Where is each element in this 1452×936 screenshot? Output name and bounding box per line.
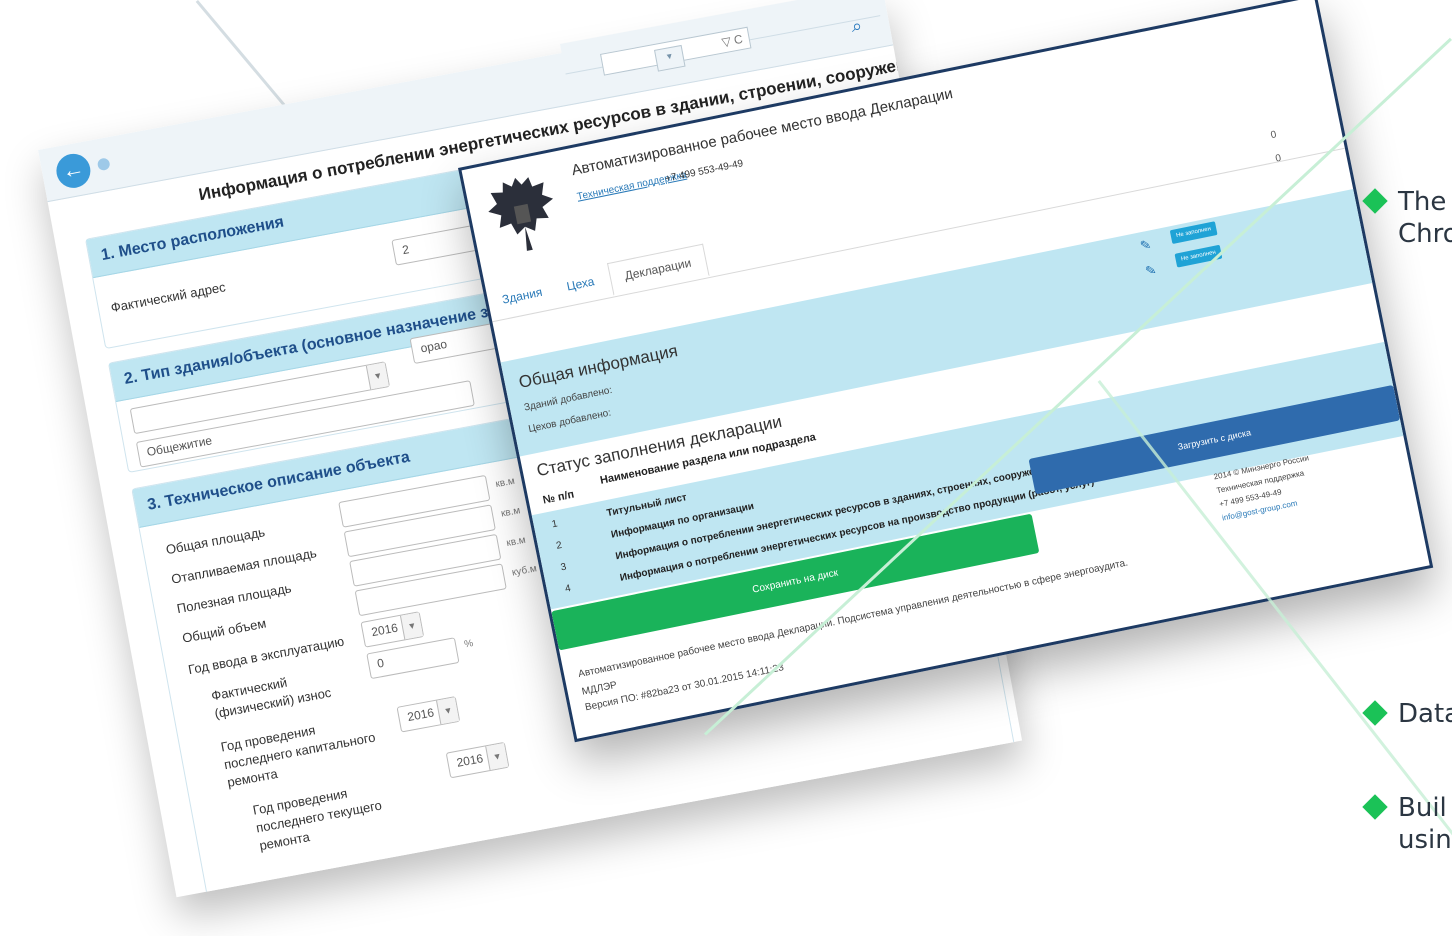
reload-icon[interactable]: ▽ C: [720, 32, 743, 50]
total-volume-unit: куб.м: [511, 563, 538, 579]
diamond-bullet-icon: [1362, 794, 1388, 820]
bullet-3: Buil usin: [1362, 792, 1452, 856]
bullet-text: Buil: [1398, 793, 1447, 823]
chevron-down-icon: ▼: [365, 362, 389, 390]
chevron-down-icon: ▼: [399, 612, 424, 640]
coat-of-arms-icon: [488, 177, 554, 251]
capital-repair-value: 2016: [406, 705, 436, 725]
bullet-text: Chro: [1398, 219, 1452, 249]
bullet-text: The: [1398, 187, 1447, 217]
capital-repair-select[interactable]: 2016 ▼: [396, 696, 461, 733]
footer-line-2: МДЛЭР: [580, 679, 618, 698]
useful-area-label: Полезная площадь: [175, 580, 293, 617]
actual-address-label: Фактический адрес: [109, 279, 227, 316]
diamond-bullet-icon: [1362, 700, 1388, 726]
tab-workshops[interactable]: Цеха: [565, 274, 595, 293]
current-repair-select[interactable]: 2016 ▼: [445, 741, 510, 779]
heated-area-unit: кв.м: [500, 505, 522, 520]
year-commission-select[interactable]: 2016 ▼: [360, 611, 425, 648]
bullet-text: Data: [1398, 699, 1452, 729]
year-commission-value: 2016: [370, 620, 400, 640]
tab-buildings[interactable]: Здания: [501, 285, 544, 307]
useful-area-unit: кв.м: [505, 534, 527, 550]
wear-unit: %: [463, 638, 475, 651]
current-repair-value: 2016: [455, 751, 485, 770]
status-dot-icon: [96, 157, 111, 172]
total-volume-label: Общий объем: [181, 615, 268, 646]
tab-declarations[interactable]: Декларации: [606, 243, 710, 296]
chevron-down-icon: ▼: [436, 697, 460, 725]
bullet-text: usin: [1398, 825, 1452, 855]
total-area-label: Общая площадь: [164, 524, 267, 558]
chevron-down-icon: ▼: [485, 743, 509, 771]
bullet-1: The Chro: [1362, 186, 1452, 250]
support-phone: +7 499 553-49-49: [664, 158, 745, 185]
bullet-2: Data: [1362, 698, 1452, 730]
diamond-bullet-icon: [1362, 188, 1388, 214]
total-area-unit: кв.м: [494, 475, 516, 491]
back-arrow-icon[interactable]: ←: [53, 151, 94, 191]
col-num-header: № п/п: [541, 488, 576, 507]
